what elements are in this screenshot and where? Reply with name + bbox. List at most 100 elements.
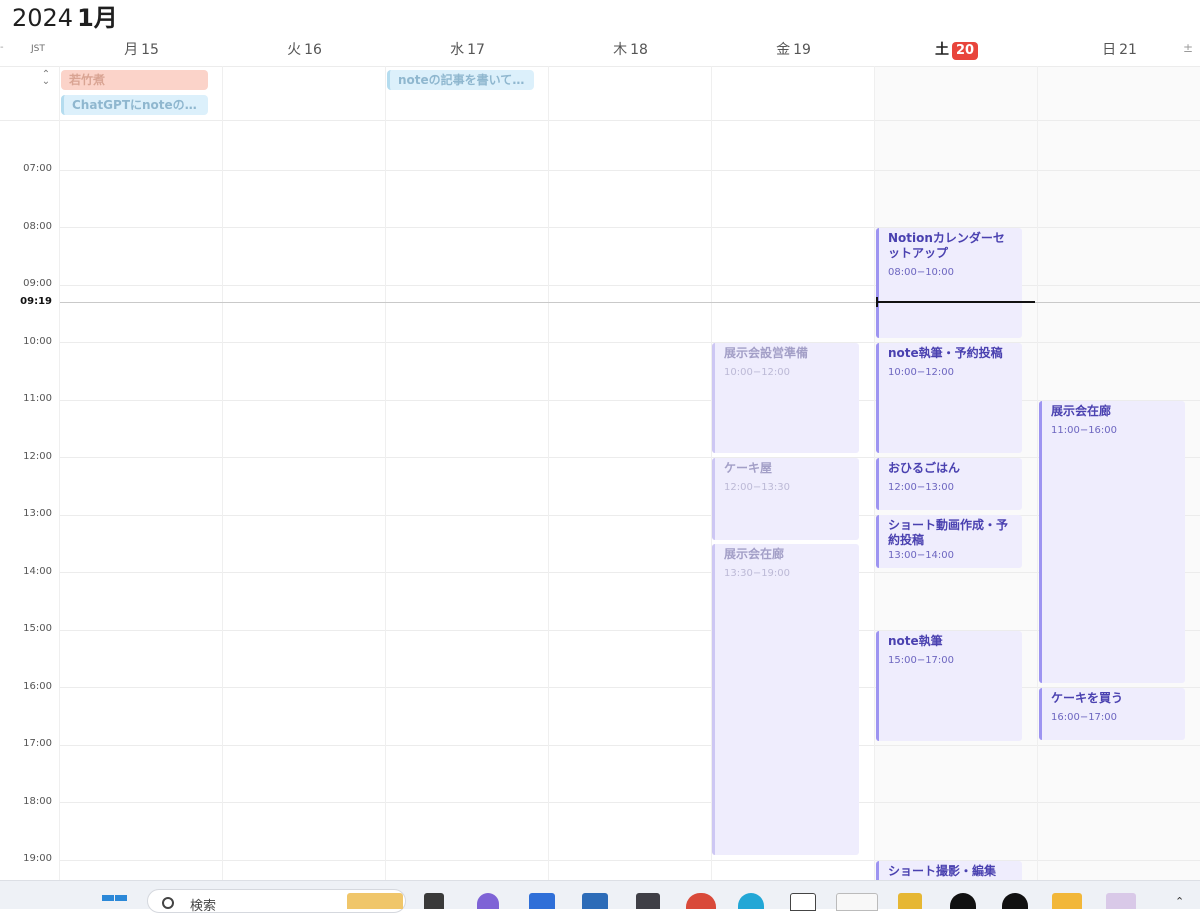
hour-line	[60, 457, 1200, 458]
chrome-icon[interactable]	[686, 893, 716, 909]
hour-label: 09:00	[23, 278, 52, 289]
event-title: ケーキ屋	[724, 461, 773, 475]
collapse-allday-icon[interactable]: ⌃ ⌄	[40, 70, 52, 87]
time-gutter-divider	[59, 66, 60, 880]
event-block[interactable]: note執筆・予約投稿 10:00−12:00	[876, 343, 1022, 453]
month-label: 1月	[77, 4, 118, 32]
day-header-tue[interactable]: 火 16	[223, 41, 386, 59]
event-title: ショート撮影・編集	[888, 864, 997, 878]
event-block[interactable]: ショート撮影・編集	[876, 861, 1022, 880]
hour-line	[60, 400, 1200, 401]
day-header-fri[interactable]: 金 19	[712, 41, 875, 59]
event-block[interactable]: Notionカレンダーセットアップ 08:00−10:00	[876, 228, 1022, 338]
allday-event[interactable]: 若竹煮	[61, 70, 208, 90]
event-block[interactable]: 展示会設営準備 10:00−12:00	[712, 343, 859, 453]
event-title: 展示会在廊	[724, 547, 785, 561]
hour-label: 10:00	[23, 336, 52, 347]
day-header-thu[interactable]: 木 18	[549, 41, 712, 59]
event-time: 13:30−19:00	[724, 568, 791, 579]
slack-icon[interactable]	[898, 893, 922, 909]
year-label: 2024	[12, 4, 74, 32]
hour-line	[60, 802, 1200, 803]
windows-start-icon[interactable]	[101, 895, 129, 909]
day-header-mon[interactable]: 月 15	[60, 41, 223, 59]
x-icon[interactable]	[950, 893, 976, 909]
event-time: 10:00−12:00	[888, 367, 955, 378]
hour-line	[60, 342, 1200, 343]
hour-label: 11:00	[23, 393, 52, 404]
allday-divider	[0, 120, 1200, 121]
today-badge: 20	[951, 42, 979, 60]
event-time: 12:00−13:30	[724, 482, 791, 493]
event-title: ケーキを買う	[1051, 691, 1124, 705]
calendar-app: 2024 1月 - JST ± 月 15 火 16 水 17 木 18 金 19 土 20 日…	[0, 0, 1200, 880]
hour-line	[60, 745, 1200, 746]
day-divider	[874, 66, 875, 880]
header-divider	[0, 66, 1200, 67]
search-icon	[162, 897, 174, 909]
hour-line	[60, 170, 1200, 171]
app-icon-cyan[interactable]	[738, 893, 764, 909]
hour-label: 17:00	[23, 738, 52, 749]
app-icon-purple[interactable]	[477, 893, 499, 909]
event-block[interactable]: 展示会在廊 11:00−16:00	[1039, 401, 1185, 683]
day-divider	[222, 66, 223, 880]
store-icon[interactable]	[582, 893, 608, 909]
day-date: 19	[793, 42, 811, 58]
allday-event-title: noteの記事を書いてよ...	[398, 73, 534, 87]
hour-label: 16:00	[23, 681, 52, 692]
allday-event[interactable]: noteの記事を書いてよ...	[387, 70, 534, 90]
x-icon-2[interactable]	[1002, 893, 1028, 909]
day-divider	[1037, 66, 1038, 880]
hour-label: 07:00	[23, 163, 52, 174]
hour-label: 08:00	[23, 221, 52, 232]
app-icon-window[interactable]	[424, 893, 444, 909]
day-dow: 月	[124, 42, 139, 58]
day-header-sun[interactable]: 日 21	[1038, 41, 1200, 59]
event-time: 10:00−12:00	[724, 367, 791, 378]
event-block[interactable]: 展示会在廊 13:30−19:00	[712, 544, 859, 855]
app-icon-hex[interactable]	[636, 893, 660, 909]
hour-label: 18:00	[23, 796, 52, 807]
hour-label: 15:00	[23, 623, 52, 634]
allday-event-title: ChatGPTにnoteのア...	[72, 98, 208, 112]
event-time: 08:00−10:00	[888, 267, 955, 278]
day-header-sat[interactable]: 土 20	[875, 41, 1038, 60]
day-date: 21	[1119, 42, 1137, 58]
day-date: 18	[630, 42, 648, 58]
event-title: note執筆・予約投稿	[888, 346, 1003, 360]
notion-calendar-icon[interactable]	[836, 893, 878, 911]
app-icon-blue[interactable]	[529, 893, 555, 909]
hour-line	[60, 630, 1200, 631]
event-block[interactable]: ケーキ屋 12:00−13:30	[712, 458, 859, 540]
event-title: Notionカレンダーセットアップ	[888, 231, 1005, 260]
month-title: 2024 1月	[12, 2, 118, 34]
day-dow: 土	[934, 42, 949, 58]
day-dow: 金	[776, 42, 791, 58]
event-time: 12:00−13:00	[888, 482, 955, 493]
event-block[interactable]: ケーキを買う 16:00−17:00	[1039, 688, 1185, 740]
notion-icon[interactable]	[790, 893, 816, 911]
widget-icon[interactable]	[347, 893, 403, 909]
event-title: おひるごはん	[888, 461, 961, 475]
folder-icon[interactable]	[1052, 893, 1082, 909]
day-date: 15	[141, 42, 159, 58]
prev-edge-icon[interactable]: -	[0, 42, 4, 53]
event-title: 展示会設営準備	[724, 346, 809, 360]
event-block[interactable]: note執筆 15:00−17:00	[876, 631, 1022, 741]
event-time: 13:00−14:00	[888, 550, 955, 561]
hour-line	[60, 860, 1200, 861]
chevron-up-icon[interactable]: ⌃	[1175, 895, 1184, 908]
event-block[interactable]: おひるごはん 12:00−13:00	[876, 458, 1022, 510]
event-time: 15:00−17:00	[888, 655, 955, 666]
app-icon-avatar[interactable]	[1106, 893, 1136, 909]
day-divider	[548, 66, 549, 880]
taskbar: 検索 ⌃	[0, 880, 1200, 914]
allday-event[interactable]: ChatGPTにnoteのア...	[61, 95, 208, 115]
day-header-wed[interactable]: 水 17	[386, 41, 549, 59]
event-block[interactable]: ショート動画作成・予約投稿 13:00−14:00	[876, 515, 1022, 568]
event-title: ショート動画作成・予約投稿	[888, 518, 1009, 547]
day-date: 16	[304, 42, 322, 58]
hour-line	[60, 285, 1200, 286]
current-time-label: 09:19	[20, 296, 52, 307]
